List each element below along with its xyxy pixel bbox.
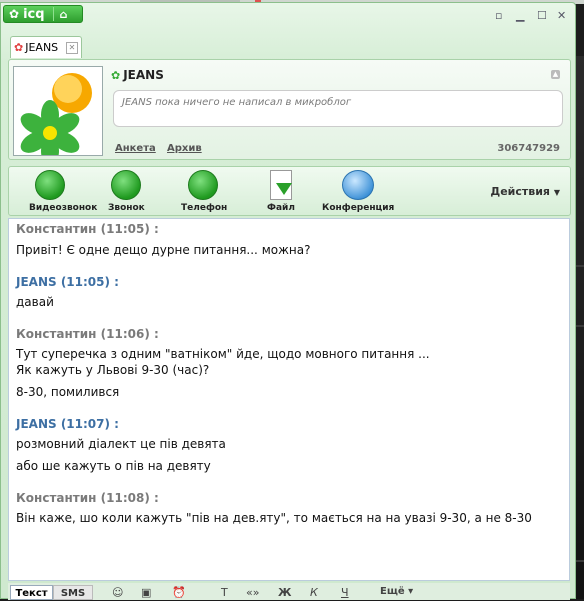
message-line: Привіт! Є одне дещо дурне питання... мож… — [16, 242, 562, 258]
chat-window: ✿ icq ⌂ ▫ ▁ ☐ ✕ ✿ JEANS ✕ ✿ JEANS ▲ JEAN… — [0, 2, 576, 600]
message: JEANS (11:05) : давай — [16, 275, 562, 310]
phone-handset-icon — [111, 170, 141, 200]
alarm-icon[interactable]: ⏰ — [172, 586, 186, 599]
message-line: або ше кажуть о пів на девяту — [16, 459, 211, 473]
videocall-label: Видеозвонок — [29, 203, 98, 213]
maximize-icon[interactable]: ☐ — [537, 9, 547, 22]
status-flower-icon: ✿ — [111, 69, 121, 82]
message-sender: JEANS (11:05) : — [16, 275, 119, 289]
status-flower-icon: ✿ — [14, 41, 24, 54]
file-button[interactable]: Файл — [266, 170, 296, 213]
message: Константин (11:06) : Тут суперечка з одн… — [16, 327, 562, 400]
videocall-button[interactable]: Видеозвонок — [29, 170, 97, 213]
conference-icon — [342, 170, 374, 200]
more-label: Ещё — [380, 586, 405, 597]
contact-name-text: JEANS — [123, 68, 164, 82]
tab-close-icon[interactable]: ✕ — [66, 41, 78, 54]
phone-button[interactable]: Телефон — [181, 170, 228, 213]
collapse-icon[interactable]: ▲ — [551, 70, 560, 79]
uin-number: 306747929 — [497, 143, 560, 154]
quotes-icon[interactable]: «» — [246, 586, 259, 599]
archive-link[interactable]: Архив — [167, 143, 202, 154]
telephone-icon — [188, 170, 218, 200]
input-toolbar: Текст SMS ☺ ▣ ⏰ T «» Ж К Ч Ещё ▾ — [8, 583, 570, 600]
message-line: Він каже, шо коли кажуть "пів на дев.яту… — [16, 511, 532, 525]
restore-icon[interactable]: ▫ — [495, 9, 502, 22]
camera-icon — [35, 170, 65, 200]
profile-link[interactable]: Анкета — [115, 143, 156, 154]
text-mode-tab[interactable]: Текст — [10, 585, 53, 600]
bold-icon[interactable]: Ж — [278, 586, 291, 599]
message: JEANS (11:07) : розмовний діалект це пів… — [16, 417, 562, 474]
microblog-field[interactable]: JEANS пока ничего не написал в микроблог — [113, 90, 563, 127]
icq-logo-text: icq — [23, 6, 45, 22]
italic-icon[interactable]: К — [310, 586, 318, 599]
message-line: розмовний діалект це пів девята — [16, 437, 226, 451]
file-label: Файл — [267, 203, 295, 213]
message: Константин (11:08) : Він каже, шо коли к… — [16, 491, 562, 526]
message-sender: Константин (11:05) : — [16, 222, 159, 236]
conference-label: Конференция — [322, 203, 395, 213]
icq-menu-button[interactable]: ✿ icq ⌂ — [3, 5, 83, 23]
icq-flower-icon: ✿ — [9, 7, 20, 21]
conference-button[interactable]: Конференция — [322, 170, 394, 213]
tv-icon[interactable]: ▣ — [141, 586, 151, 599]
chat-history[interactable]: Константин (11:05) : Привіт! Є одне дещо… — [8, 218, 570, 581]
sms-mode-tab[interactable]: SMS — [53, 585, 93, 600]
message: Константин (11:05) : Привіт! Є одне дещо… — [16, 222, 562, 258]
toolbar: Видеозвонок Звонок Телефон Файл Конферен… — [8, 166, 571, 216]
chevron-down-icon: ▼ — [553, 188, 560, 197]
phone-label: Телефон — [181, 203, 228, 213]
home-icon[interactable]: ⌂ — [60, 8, 68, 21]
smiley-icon[interactable]: ☺ — [112, 586, 123, 599]
message-text: Привіт! Є одне дещо дурне питання... мож… — [16, 243, 311, 257]
tab-jeans[interactable]: ✿ JEANS ✕ — [10, 36, 82, 58]
contact-name: ✿ JEANS — [111, 68, 164, 82]
message-line: Тут суперечка з одним "ватніком" йде, що… — [16, 347, 430, 361]
call-label: Звонок — [108, 203, 145, 213]
message-sender: Константин (11:08) : — [16, 491, 159, 505]
file-send-icon — [270, 170, 292, 200]
message-sender: JEANS (11:07) : — [16, 417, 119, 431]
more-menu[interactable]: Ещё ▾ — [380, 586, 413, 597]
actions-label: Действия — [490, 185, 550, 198]
message-line: Як кажуть у Львові 9-30 (час)? — [16, 363, 210, 377]
message-sender: Константин (11:06) : — [16, 327, 159, 341]
underline-icon[interactable]: Ч — [341, 586, 349, 599]
message-line: 8-30, помилився — [16, 385, 120, 399]
tab-label: JEANS — [25, 41, 59, 54]
close-icon[interactable]: ✕ — [557, 9, 566, 22]
call-button[interactable]: Звонок — [108, 170, 145, 213]
minimize-icon[interactable]: ▁ — [516, 9, 524, 22]
contact-header: ✿ JEANS ▲ JEANS пока ничего не написал в … — [8, 59, 571, 166]
actions-menu[interactable]: Действия ▼ — [490, 185, 560, 198]
avatar[interactable] — [13, 66, 103, 166]
message-line: давай — [16, 295, 54, 309]
font-icon[interactable]: T — [221, 586, 228, 599]
